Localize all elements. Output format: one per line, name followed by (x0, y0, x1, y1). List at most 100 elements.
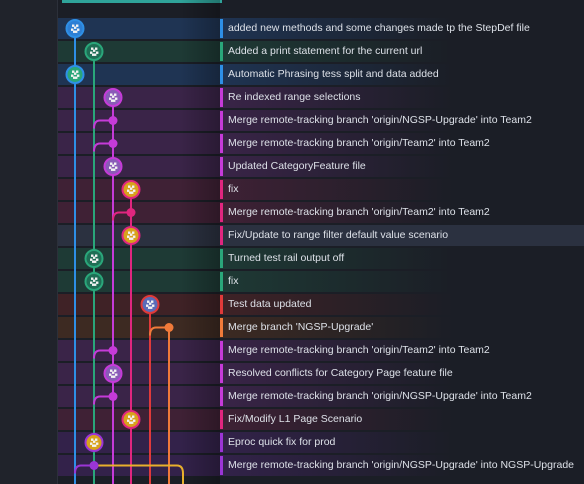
commit-avatar[interactable] (65, 19, 85, 38)
branch-color-marker (220, 318, 223, 337)
commit-message: Fix/Update to range filter default value… (228, 229, 449, 241)
merge-commit-dot (108, 392, 118, 401)
commit-row[interactable]: Test data updated (0, 293, 584, 316)
commit-message: Re indexed range selections (228, 91, 361, 103)
branch-color-marker (220, 341, 223, 360)
identicon-pixel (94, 260, 97, 263)
identicon-pixel (113, 375, 116, 378)
commit-row[interactable]: added new methods and some changes made … (0, 17, 584, 40)
commit-row-background (58, 294, 584, 315)
branch-color-marker (220, 364, 223, 383)
commit-avatar[interactable] (84, 42, 104, 61)
commit-row[interactable]: Updated CategoryFeature file (0, 155, 584, 178)
commit-row[interactable]: Fix/Modify L1 Page Scenario (0, 408, 584, 431)
branch-color-marker (220, 180, 223, 199)
commit-message: fix (228, 183, 239, 195)
identicon-pixel (112, 164, 115, 167)
commit-message: Merge remote-tracking branch 'origin/Tea… (228, 344, 490, 356)
commit-avatar[interactable] (121, 180, 141, 199)
identicon-pixel (93, 49, 96, 52)
commit-row-background (58, 271, 584, 292)
branch-color-marker (220, 111, 223, 130)
identicon-pixel (93, 440, 96, 443)
commit-message: Merge remote-tracking branch 'origin/NGS… (228, 114, 532, 126)
commit-row[interactable]: Resolved conflicts for Category Page fea… (0, 362, 584, 385)
merge-commit-dot (164, 323, 174, 332)
commit-message: Test data updated (228, 298, 312, 310)
commit-row[interactable]: Merge remote-tracking branch 'origin/NGS… (0, 109, 584, 132)
merge-commit-dot (126, 208, 136, 217)
commit-message: added new methods and some changes made … (228, 22, 530, 34)
commit-avatar[interactable] (121, 226, 141, 245)
identicon-pixel (93, 279, 96, 282)
commit-row[interactable]: fix (0, 178, 584, 201)
commit-message: Merge remote-tracking branch 'origin/NGS… (228, 390, 532, 402)
commit-row[interactable]: Merge branch 'NGSP-Upgrade' (0, 316, 584, 339)
commit-row[interactable]: Merge remote-tracking branch 'origin/NGS… (0, 385, 584, 408)
branch-color-marker (220, 88, 223, 107)
commit-avatar[interactable] (121, 410, 141, 429)
identicon-pixel (113, 99, 116, 102)
identicon-pixel (130, 233, 133, 236)
branch-color-marker (220, 157, 223, 176)
commit-row[interactable]: Merge remote-tracking branch 'origin/Tea… (0, 201, 584, 224)
commit-message: Merge remote-tracking branch 'origin/NGS… (228, 459, 574, 471)
commit-row[interactable]: Merge remote-tracking branch 'origin/NGS… (0, 454, 584, 477)
identicon-pixel (130, 187, 133, 190)
branch-color-marker (220, 42, 223, 61)
identicon-pixel (94, 444, 97, 447)
merge-commit-dot (108, 346, 118, 355)
branch-color-marker (220, 387, 223, 406)
commit-message: Merge branch 'NGSP-Upgrade' (228, 321, 374, 333)
identicon-pixel (131, 191, 134, 194)
commit-row[interactable]: Re indexed range selections (0, 86, 584, 109)
commit-message: Updated CategoryFeature file (228, 160, 366, 172)
identicon-pixel (149, 302, 152, 305)
commit-message: Merge remote-tracking branch 'origin/Tea… (228, 206, 490, 218)
branch-color-marker (220, 134, 223, 153)
commit-avatar[interactable] (84, 249, 104, 268)
commit-message: Resolved conflicts for Category Page fea… (228, 367, 453, 379)
identicon-pixel (75, 76, 78, 79)
commit-avatar[interactable] (140, 295, 160, 314)
identicon-pixel (131, 421, 134, 424)
branch-color-marker (220, 272, 223, 291)
commit-avatar[interactable] (103, 88, 123, 107)
commit-message: fix (228, 275, 239, 287)
identicon-pixel (74, 72, 77, 75)
identicon-pixel (94, 283, 97, 286)
branch-color-marker (220, 295, 223, 314)
gitkraken-graph-view: added new methods and some changes made … (0, 0, 584, 484)
identicon-pixel (131, 237, 134, 240)
commit-avatar[interactable] (84, 433, 104, 452)
commit-row[interactable]: Merge remote-tracking branch 'origin/Tea… (0, 339, 584, 362)
commit-row[interactable]: Merge remote-tracking branch 'origin/Tea… (0, 132, 584, 155)
commit-row[interactable]: Fix/Update to range filter default value… (0, 224, 584, 247)
identicon-pixel (75, 30, 78, 33)
commit-message: Fix/Modify L1 Page Scenario (228, 413, 363, 425)
branch-color-marker (220, 226, 223, 245)
commit-avatar[interactable] (65, 65, 85, 84)
merge-commit-dot (108, 139, 118, 148)
identicon-pixel (130, 417, 133, 420)
commit-message: Merge remote-tracking branch 'origin/Tea… (228, 137, 490, 149)
commit-message: Eproc quick fix for prod (228, 436, 336, 448)
branch-color-marker (220, 65, 223, 84)
identicon-pixel (93, 256, 96, 259)
branch-color-marker (220, 19, 223, 38)
graph-header-accent (62, 0, 222, 3)
branch-color-marker (220, 456, 223, 475)
identicon-pixel (74, 26, 77, 29)
commit-avatar[interactable] (103, 157, 123, 176)
commit-avatar[interactable] (84, 272, 104, 291)
branch-color-marker (220, 249, 223, 268)
commit-avatar[interactable] (103, 364, 123, 383)
identicon-pixel (112, 95, 115, 98)
commit-message: Automatic Phrasing tess split and data a… (228, 68, 439, 80)
commit-row[interactable]: Automatic Phrasing tess split and data a… (0, 63, 584, 86)
identicon-pixel (150, 306, 153, 309)
identicon-pixel (112, 371, 115, 374)
branch-color-marker (220, 203, 223, 222)
branch-color-marker (220, 433, 223, 452)
identicon-pixel (94, 53, 97, 56)
